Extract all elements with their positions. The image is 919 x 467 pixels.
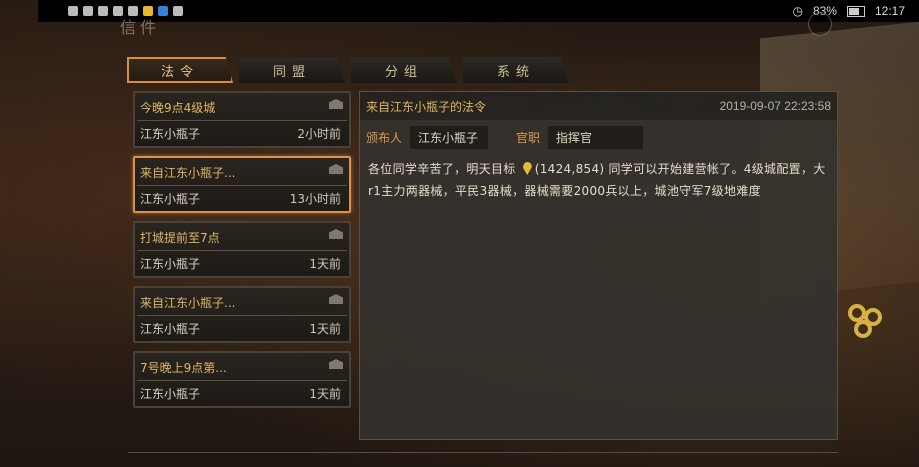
message-sender: 江东小瓶子 [140,192,201,206]
tab-groups[interactable]: 分组 [351,57,457,83]
message-title: 打城提前至7点 [140,231,220,245]
tab-alliance[interactable]: 同盟 [239,57,345,83]
rank-value: 指挥官 [548,125,644,149]
message-item[interactable]: 来自江东小瓶子... 江东小瓶子 1天前 [133,286,351,343]
page-title: 信件 [120,18,161,37]
detail-header: 来自江东小瓶子的法令 2019-09-07 22:23:58 [360,92,837,120]
divider [128,452,838,453]
issuer-label: 颁布人 [366,130,403,145]
signal-icon [83,6,93,16]
message-sender: 江东小瓶子 [140,322,201,336]
issuer-name[interactable]: 江东小瓶子 [410,125,489,149]
message-item[interactable]: 今晚9点4级城 江东小瓶子 2小时前 [133,91,351,148]
clock: 12:17 [874,4,905,18]
message-title: 今晚9点4级城 [140,101,216,115]
message-item[interactable]: 7号晚上9点第... 江东小瓶子 1天前 [133,351,351,408]
divider [137,185,347,186]
divider [137,120,347,121]
message-title: 来自江东小瓶子... [140,166,236,180]
message-sender: 江东小瓶子 [140,257,201,271]
coordinate-link[interactable]: (1424,854) [535,162,605,176]
message-time: 1天前 [309,322,341,336]
tab-system[interactable]: 系统 [463,57,569,83]
alarm-icon: ◷ [792,4,803,18]
message-sender: 江东小瓶子 [140,387,201,401]
tab-decrees[interactable]: 法令 [127,57,233,83]
message-time: 2小时前 [297,127,341,141]
message-time: 1天前 [309,257,341,271]
detail-body: 各位同学辛苦了，明天目标 (1424,854) 同学可以开始建营帐了。4级城配置… [360,150,837,202]
divider [137,250,347,251]
battery-icon [846,5,865,17]
body-text-start: 各位同学辛苦了，明天目标 [368,162,516,176]
rank-label: 官职 [516,130,541,145]
close-button[interactable] [808,12,832,36]
message-item[interactable]: 来自江东小瓶子... 江东小瓶子 13小时前 [133,156,351,213]
status-bar: ◷ 83% 12:17 [38,0,919,22]
wifi-icon [98,6,108,16]
message-time: 13小时前 [289,192,341,206]
app-icon [173,6,183,16]
detail-title: 来自江东小瓶子的法令 [366,99,487,114]
divider [137,315,347,316]
detail-meta: 颁布人 江东小瓶子 官职 指挥官 [360,124,837,150]
message-detail: 来自江东小瓶子的法令 2019-09-07 22:23:58 颁布人 江东小瓶子… [359,91,838,440]
message-title: 来自江东小瓶子... [140,296,236,310]
message-item[interactable]: 打城提前至7点 江东小瓶子 1天前 [133,221,351,278]
location-pin-icon[interactable] [522,162,532,175]
tab-bar: 法令 同盟 分组 系统 [127,57,569,83]
divider [137,380,347,381]
detail-date: 2019-09-07 22:23:58 [719,99,831,113]
message-time: 1天前 [309,387,341,401]
message-sender: 江东小瓶子 [140,127,201,141]
message-list: 今晚9点4级城 江东小瓶子 2小时前 来自江东小瓶子... 江东小瓶子 13小时… [133,91,351,416]
signal-icon [68,6,78,16]
message-title: 7号晚上9点第... [140,361,227,375]
